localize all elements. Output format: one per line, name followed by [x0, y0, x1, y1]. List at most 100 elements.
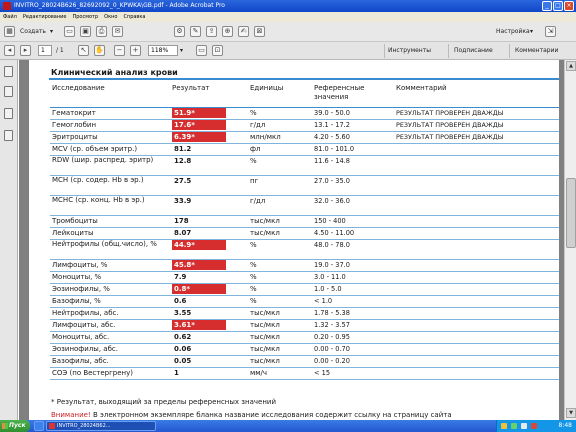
unit-cell: тыс/мкл — [248, 227, 312, 240]
comments-pane-link[interactable]: Комментарии — [515, 45, 558, 57]
taskbar-task-acrobat[interactable]: INVITRO_28024B62... — [46, 421, 156, 431]
previous-page-icon[interactable]: ◂ — [4, 45, 15, 56]
footnote: * Результат, выходящий за пределы рефере… — [51, 398, 276, 406]
close-button[interactable]: × — [564, 1, 574, 11]
fit-width-icon[interactable]: ⊡ — [212, 45, 223, 56]
warning-label: Внимание! — [51, 411, 91, 419]
flagged-result-cell-value: 0.8* — [172, 283, 226, 294]
column-header-unit: Единицы — [248, 82, 312, 108]
expand-icon[interactable]: ⇲ — [545, 26, 556, 37]
comment-icon[interactable]: ✎ — [190, 26, 201, 37]
result-cell: 0.6 — [170, 295, 248, 308]
table-row: Моноциты, % 7.9% 3.0 - 11.0 — [50, 271, 559, 284]
pdf-page: Клинический анализ крови Исследование Ре… — [29, 60, 559, 420]
test-name-cell: Лимфоциты, абс. — [50, 319, 170, 332]
unit-cell: тыс/мкл — [248, 355, 312, 368]
flagged-result-cell: 0.8* — [170, 283, 248, 296]
reference-cell: 19.0 - 37.0 — [312, 259, 394, 272]
system-tray: 8:48 — [496, 420, 576, 432]
attachments-icon[interactable] — [4, 108, 13, 119]
zoom-input[interactable]: 118% — [148, 45, 178, 56]
create-button[interactable]: Создать — [20, 26, 46, 38]
unit-cell: % — [248, 283, 312, 296]
flagged-result-cell-value: 45.8* — [172, 259, 226, 270]
reference-cell: < 1.0 — [312, 295, 394, 308]
stamp-icon[interactable]: ⊠ — [254, 26, 265, 37]
comment-cell — [394, 143, 559, 156]
comment-cell — [394, 307, 559, 320]
chevron-down-icon[interactable]: ▾ — [50, 26, 53, 38]
settings-icon[interactable]: ⚙ — [174, 26, 185, 37]
menu-file[interactable]: Файл — [3, 12, 17, 22]
taskbar-quicklaunch-item[interactable] — [34, 421, 44, 431]
customize-chevron-icon[interactable]: ▾ — [530, 26, 533, 38]
table-row: Лимфоциты, % 45.8*% 19.0 - 37.0 — [50, 259, 559, 272]
select-tool-icon[interactable]: ↖ — [78, 45, 89, 56]
signatures-icon[interactable] — [4, 130, 13, 141]
tray-icon[interactable] — [531, 423, 537, 429]
page-total-label: / 1 — [56, 47, 64, 54]
scroll-down-icon[interactable]: ▼ — [566, 408, 576, 418]
table-row: Лимфоциты, абс. 3.61* тыс/мкл 1.32 - 3.57 — [50, 319, 559, 332]
sign-pane-link[interactable]: Подписание — [454, 45, 493, 57]
test-name-cell: Моноциты, абс. — [50, 331, 170, 344]
unit-cell: % — [248, 295, 312, 308]
flagged-result-cell: 44.9* — [170, 239, 248, 260]
taskbar-task-label: INVITRO_28024B62... — [57, 423, 111, 429]
result-cell-value: 81.2 — [174, 144, 192, 153]
flagged-result-cell-value: 17.6* — [172, 119, 226, 130]
next-page-icon[interactable]: ▸ — [20, 45, 31, 56]
comment-cell: РЕЗУЛЬТАТ ПРОВЕРЕН ДВАЖДЫ — [394, 107, 559, 120]
zoom-out-icon[interactable]: − — [114, 45, 125, 56]
start-button[interactable]: Пуск — [0, 420, 30, 432]
scroll-thumb[interactable] — [566, 178, 576, 248]
unit-cell: % — [248, 271, 312, 284]
blood-test-table: Исследование Результат Единицы Референсн… — [50, 82, 559, 380]
reference-cell: 81.0 - 101.0 — [312, 143, 394, 156]
test-name-cell: Лейкоциты — [50, 227, 170, 240]
unit-cell: % — [248, 259, 312, 272]
page-thumbnails-icon[interactable] — [4, 66, 13, 77]
comment-cell — [394, 331, 559, 344]
zoom-in-icon[interactable]: + — [130, 45, 141, 56]
hand-tool-icon[interactable]: ✋ — [94, 45, 105, 56]
attach-icon[interactable]: ⊕ — [222, 26, 233, 37]
page-number-input[interactable]: 1 — [38, 45, 52, 56]
result-cell-value: 27.5 — [174, 176, 192, 185]
email-icon[interactable]: ✉ — [112, 26, 123, 37]
tray-icon[interactable] — [521, 423, 527, 429]
test-name-cell: Эритроциты — [50, 131, 170, 144]
column-header-reference: Референсные значения — [312, 82, 394, 108]
menu-view[interactable]: Просмотр — [72, 12, 98, 22]
maximize-button[interactable]: □ — [553, 1, 563, 11]
save-icon[interactable]: ▣ — [80, 26, 91, 37]
menu-help[interactable]: Справка — [123, 12, 145, 22]
windows-flag-icon — [2, 423, 8, 429]
zoom-dropdown-icon[interactable]: ▾ — [180, 45, 183, 57]
menu-window[interactable]: Окно — [104, 12, 117, 22]
sign-icon[interactable]: ✍ — [238, 26, 249, 37]
table-row: Эозинофилы, % 0.8*% 1.0 - 5.0 — [50, 283, 559, 296]
comment-cell — [394, 271, 559, 284]
flagged-result-cell-value: 3.61* — [172, 319, 226, 330]
vertical-scrollbar[interactable]: ▲ ▼ — [564, 60, 576, 420]
tools-pane-link[interactable]: Инструменты — [388, 45, 431, 57]
open-icon[interactable]: ▭ — [64, 26, 75, 37]
share-icon[interactable]: ⇪ — [206, 26, 217, 37]
reference-cell: 1.78 - 5.38 — [312, 307, 394, 320]
tray-icon[interactable] — [511, 423, 517, 429]
unit-cell: фл — [248, 143, 312, 156]
test-name-cell: MCV (ср. объем эритр.) — [50, 143, 170, 156]
flagged-result-cell-value: 51.9* — [172, 107, 226, 118]
result-cell: 0.06 — [170, 343, 248, 356]
test-name-cell: Эозинофилы, % — [50, 283, 170, 296]
table-row: Эозинофилы, абс. 0.06 тыс/мкл 0.00 - 0.70 — [50, 343, 559, 356]
print-icon[interactable]: ⎙ — [96, 26, 107, 37]
bookmarks-icon[interactable] — [4, 86, 13, 97]
customize-button[interactable]: Настройка — [496, 26, 530, 38]
menu-edit[interactable]: Редактирование — [23, 12, 67, 22]
fit-page-icon[interactable]: ▭ — [196, 45, 207, 56]
scroll-up-icon[interactable]: ▲ — [566, 61, 576, 71]
minimize-button[interactable]: _ — [542, 1, 552, 11]
tray-icon[interactable] — [501, 423, 507, 429]
